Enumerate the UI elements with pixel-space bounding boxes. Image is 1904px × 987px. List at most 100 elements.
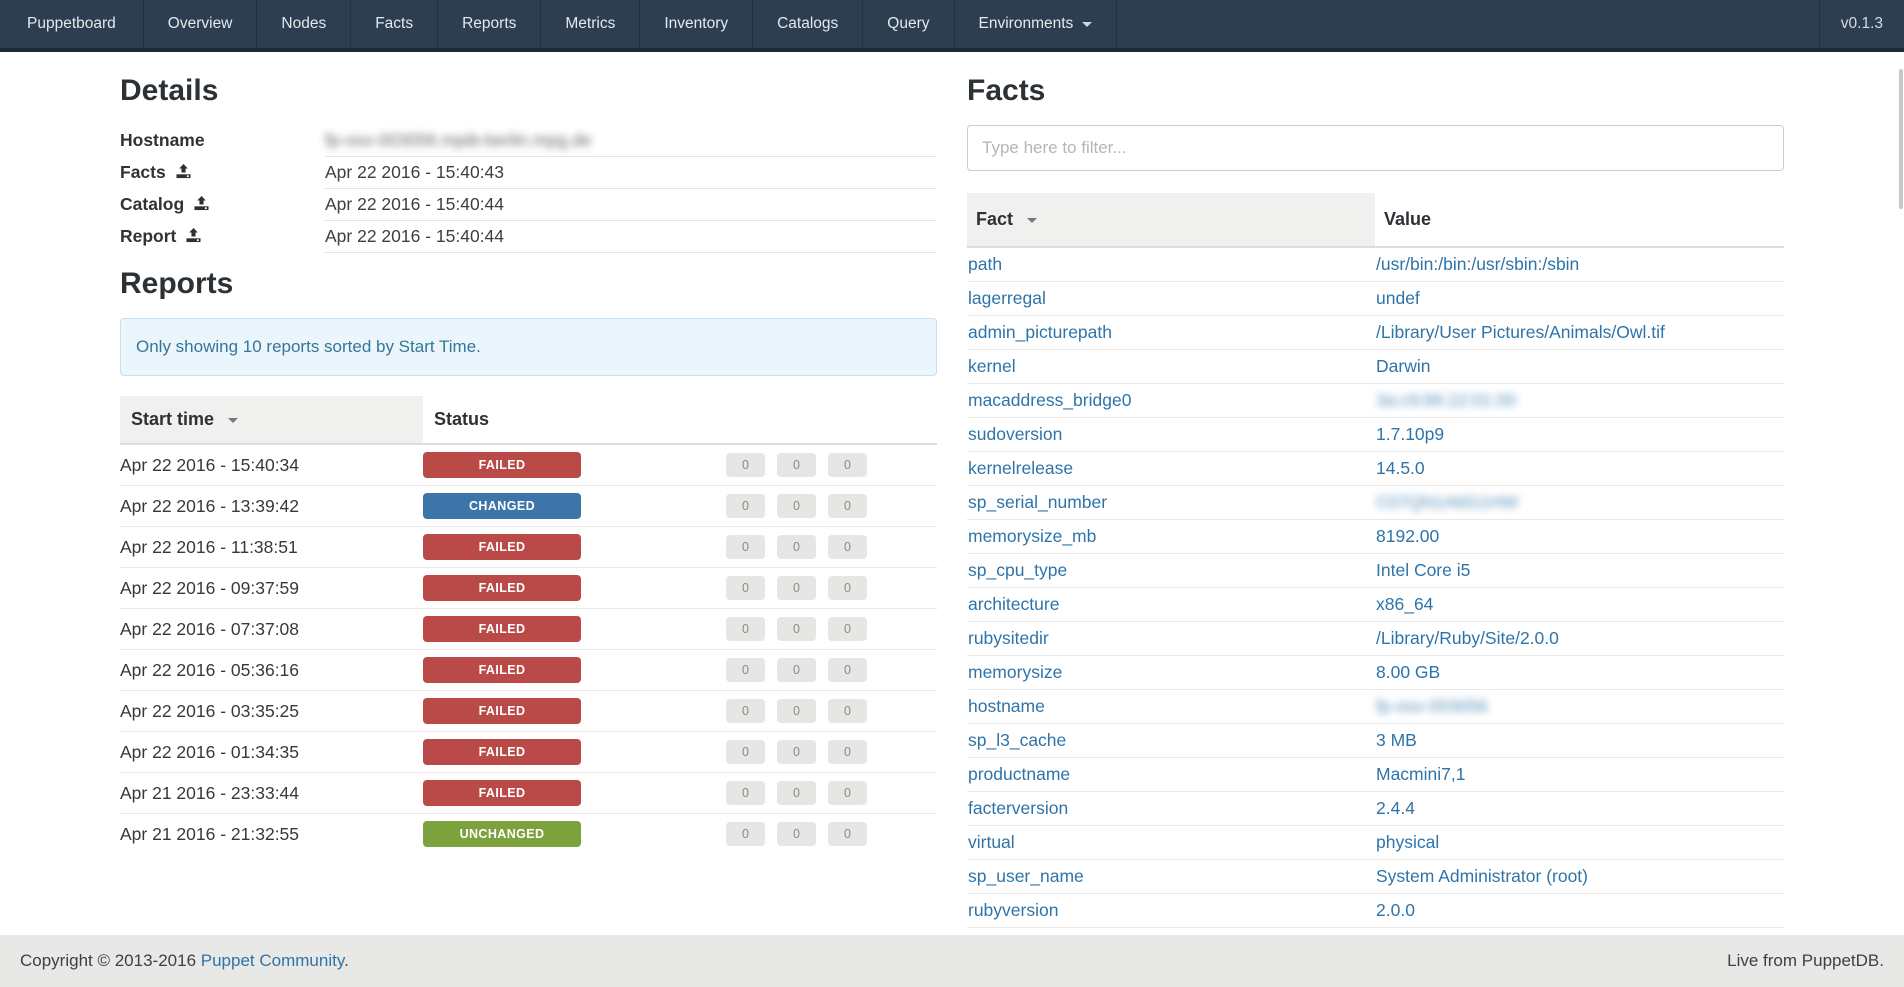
fact-value-link[interactable]: 8192.00 — [1376, 526, 1439, 546]
fact-name-link[interactable]: sp_serial_number — [968, 492, 1107, 512]
fact-row-kernel: kernel Darwin — [967, 350, 1784, 384]
nav-item-metrics[interactable]: Metrics — [540, 0, 639, 48]
fact-row-sp-machine-model: sp_machine_model Macmini7,1 — [967, 928, 1784, 936]
fact-row-sp-l3-cache: sp_l3_cache 3 MB — [967, 724, 1784, 758]
report-row: Apr 22 2016 - 03:35:25 FAILED 0 0 0 — [120, 691, 937, 732]
fact-value-link[interactable]: C07QN1A6G1HW — [1376, 492, 1518, 512]
puppet-community-link[interactable]: Puppet Community — [201, 951, 344, 970]
count-badge: 0 — [828, 535, 867, 559]
fact-value-link[interactable]: Darwin — [1376, 356, 1430, 376]
report-row: Apr 22 2016 - 01:34:35 FAILED 0 0 0 — [120, 732, 937, 773]
fact-value-link[interactable]: physical — [1376, 832, 1439, 852]
fact-value-link[interactable]: 14.5.0 — [1376, 458, 1425, 478]
count-badge: 0 — [726, 740, 765, 764]
fact-name-link[interactable]: sudoversion — [968, 424, 1062, 444]
fact-value-link[interactable]: /usr/bin:/bin:/usr/sbin:/sbin — [1376, 254, 1579, 274]
nav-brand-puppetboard[interactable]: Puppetboard — [0, 0, 143, 48]
details-row-label: Catalog — [120, 194, 184, 214]
nav-item-nodes[interactable]: Nodes — [256, 0, 350, 48]
fact-name-link[interactable]: kernelrelease — [968, 458, 1073, 478]
nav-item-overview[interactable]: Overview — [143, 0, 257, 48]
fact-value-link[interactable]: fp-osx-003056 — [1376, 696, 1488, 716]
reports-info-alert: Only showing 10 reports sorted by Start … — [120, 318, 937, 376]
facts-filter-input[interactable] — [967, 125, 1784, 171]
fact-value-link[interactable]: Macmini7,1 — [1376, 764, 1465, 784]
fact-value-link[interactable]: /Library/Ruby/Site/2.0.0 — [1376, 628, 1559, 648]
fact-name-link[interactable]: memorysize_mb — [968, 526, 1096, 546]
status-badge: FAILED — [423, 657, 581, 683]
count-badge: 0 — [726, 453, 765, 477]
report-row: Apr 21 2016 - 23:33:44 FAILED 0 0 0 — [120, 773, 937, 814]
upload-icon[interactable] — [186, 227, 201, 248]
fact-row-lagerregal: lagerregal undef — [967, 282, 1784, 316]
count-badge: 0 — [828, 658, 867, 682]
status-badge: UNCHANGED — [423, 821, 581, 847]
nav-item-catalogs[interactable]: Catalogs — [752, 0, 862, 48]
fact-value-link[interactable]: undef — [1376, 288, 1420, 308]
fact-name-link[interactable]: virtual — [968, 832, 1015, 852]
count-badge: 0 — [828, 494, 867, 518]
details-row-report: Report Apr 22 2016 - 15:40:44 — [120, 221, 937, 253]
upload-icon[interactable] — [176, 163, 191, 184]
fact-name-link[interactable]: sp_l3_cache — [968, 730, 1066, 750]
copyright-suffix: . — [344, 951, 349, 970]
fact-value-link[interactable]: 2.0.0 — [1376, 900, 1415, 920]
fact-row-sudoversion: sudoversion 1.7.10p9 — [967, 418, 1784, 452]
fact-name-link[interactable]: sp_user_name — [968, 866, 1084, 886]
fact-row-kernelrelease: kernelrelease 14.5.0 — [967, 452, 1784, 486]
fact-name-link[interactable]: rubyversion — [968, 900, 1058, 920]
details-row-value: Apr 22 2016 - 15:40:43 — [325, 162, 504, 182]
report-row: Apr 22 2016 - 11:38:51 FAILED 0 0 0 — [120, 527, 937, 568]
upload-icon[interactable] — [194, 195, 209, 216]
reports-info-alert-text: Only showing 10 reports sorted by Start … — [136, 337, 481, 356]
fact-name-link[interactable]: macaddress_bridge0 — [968, 390, 1131, 410]
fact-value-link[interactable]: 8.00 GB — [1376, 662, 1440, 682]
fact-row-rubysitedir: rubysitedir /Library/Ruby/Site/2.0.0 — [967, 622, 1784, 656]
nav-item-reports[interactable]: Reports — [437, 0, 540, 48]
facts-column-fact[interactable]: Fact — [967, 193, 1375, 247]
fact-value-link[interactable]: 3 MB — [1376, 730, 1417, 750]
right-column: Facts Fact Value path /u — [952, 66, 1799, 935]
fact-name-link[interactable]: productname — [968, 764, 1070, 784]
reports-section: Reports Only showing 10 reports sorted b… — [120, 267, 937, 854]
count-badge: 0 — [726, 576, 765, 600]
fact-name-link[interactable]: admin_picturepath — [968, 322, 1112, 342]
fact-value-link[interactable]: System Administrator (root) — [1376, 866, 1588, 886]
fact-value-link[interactable]: x86_64 — [1376, 594, 1433, 614]
nav-item-inventory[interactable]: Inventory — [639, 0, 752, 48]
report-row: Apr 22 2016 - 15:40:34 FAILED 0 0 0 — [120, 444, 937, 486]
page-scrollbar[interactable] — [1899, 69, 1903, 209]
copyright-text: Copyright © 2013-2016 Puppet Community. — [20, 951, 349, 971]
fact-value-link[interactable]: 2.4.4 — [1376, 798, 1415, 818]
fact-name-link[interactable]: rubysitedir — [968, 628, 1049, 648]
fact-name-link[interactable]: path — [968, 254, 1002, 274]
fact-value-link[interactable]: Intel Core i5 — [1376, 560, 1470, 580]
nav-item-facts[interactable]: Facts — [350, 0, 437, 48]
facts-column-value[interactable]: Value — [1375, 193, 1784, 247]
fact-name-link[interactable]: lagerregal — [968, 288, 1046, 308]
count-badge: 0 — [777, 617, 816, 641]
chevron-down-icon — [1082, 22, 1092, 27]
fact-row-rubyversion: rubyversion 2.0.0 — [967, 894, 1784, 928]
sort-desc-icon — [1027, 218, 1037, 223]
footer: Copyright © 2013-2016 Puppet Community. … — [0, 935, 1904, 987]
fact-name-link[interactable]: kernel — [968, 356, 1016, 376]
nav-item-environments[interactable]: Environments — [954, 0, 1118, 48]
fact-name-link[interactable]: sp_cpu_type — [968, 560, 1067, 580]
fact-row-memorysize: memorysize 8.00 GB — [967, 656, 1784, 690]
details-row-label: Report — [120, 226, 176, 246]
fact-value-link[interactable]: 1.7.10p9 — [1376, 424, 1444, 444]
report-start-time: Apr 22 2016 - 15:40:34 — [120, 444, 423, 486]
fact-value-link[interactable]: /Library/User Pictures/Animals/Owl.tif — [1376, 322, 1665, 342]
count-badge: 0 — [828, 699, 867, 723]
reports-column-status[interactable]: Status — [423, 396, 937, 444]
fact-name-link[interactable]: architecture — [968, 594, 1059, 614]
fact-name-link[interactable]: memorysize — [968, 662, 1062, 682]
reports-column-status-label: Status — [434, 409, 489, 429]
fact-value-link[interactable]: 3a:c9:86:22:01:00 — [1376, 390, 1516, 410]
fact-name-link[interactable]: hostname — [968, 696, 1045, 716]
reports-column-start-time[interactable]: Start time — [120, 396, 423, 444]
nav-item-query[interactable]: Query — [862, 0, 953, 48]
main-content: Details Hostname fp-osx-003056.mpib-berl… — [0, 52, 1904, 935]
fact-name-link[interactable]: facterversion — [968, 798, 1068, 818]
